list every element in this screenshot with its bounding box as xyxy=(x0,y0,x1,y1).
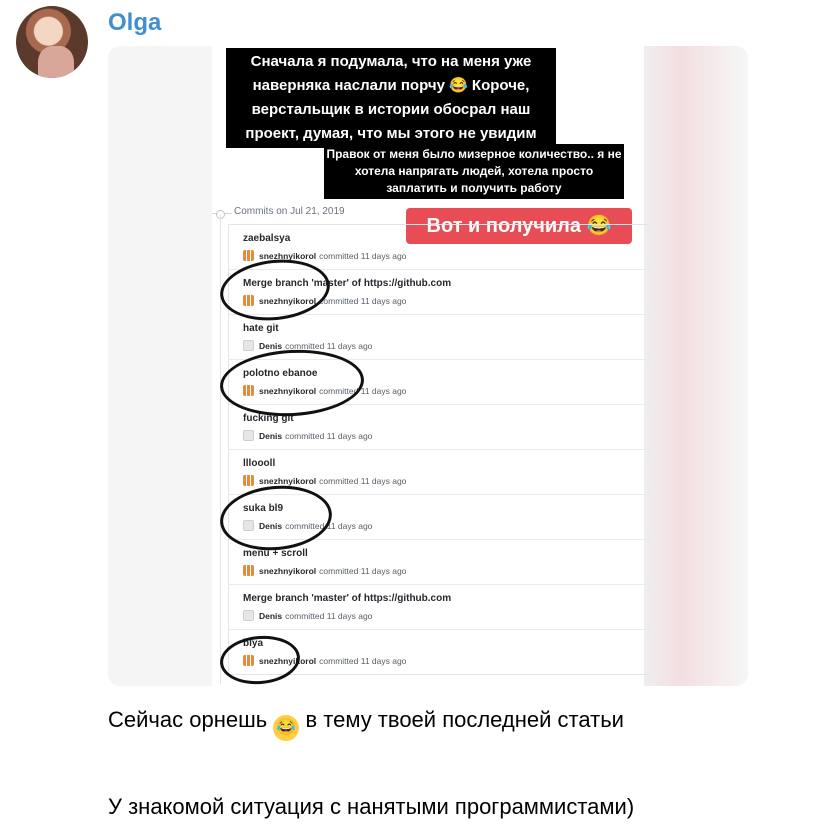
author-avatar-icon xyxy=(243,430,254,441)
message-text-2: У знакомой ситуация с нанятыми программи… xyxy=(108,794,635,819)
message-photo[interactable]: Сначала я подумала, что на меня уже наве… xyxy=(108,46,748,686)
commit-author[interactable]: snezhnyikorol xyxy=(259,566,316,576)
commit-time: committed 11 days ago xyxy=(285,430,373,441)
story-text-top: Сначала я подумала, что на меня уже наве… xyxy=(226,48,556,148)
screenshot: Сначала я подумала, что на меня уже наве… xyxy=(212,46,649,686)
commit-message[interactable]: llloooll xyxy=(243,458,275,469)
commit-time: committed 11 days ago xyxy=(319,655,407,666)
commit-meta: snezhnyikorol committed 11 days ago xyxy=(243,250,406,261)
sender-avatar[interactable] xyxy=(16,6,88,78)
photo-blur-edge xyxy=(638,46,748,686)
commit-row[interactable]: Merge branch 'master' of https://github.… xyxy=(229,584,649,629)
commit-meta: snezhnyikorol committed 11 days ago xyxy=(243,475,406,486)
author-avatar-icon xyxy=(243,475,254,486)
commit-message[interactable]: Merge branch 'master' of https://github.… xyxy=(243,593,451,604)
commit-author[interactable]: Denis xyxy=(259,431,282,441)
author-avatar-icon xyxy=(243,610,254,621)
author-avatar-icon xyxy=(243,565,254,576)
commit-meta: snezhnyikorol committed 11 days ago xyxy=(243,565,406,576)
commit-author[interactable]: Denis xyxy=(259,341,282,351)
message-text-1: Сейчас орнешь 😂 в тему твоей последней с… xyxy=(108,705,728,741)
commit-time: committed 11 days ago xyxy=(319,295,407,306)
commit-time: committed 11 days ago xyxy=(319,565,407,576)
commit-meta: Denis committed 11 days ago xyxy=(243,430,372,441)
caption-text-b: в тему твоей последней статьи xyxy=(305,707,624,732)
commit-author[interactable]: Denis xyxy=(259,611,282,621)
laughing-emoji-icon: 😂 xyxy=(273,715,300,741)
commit-message[interactable]: zaebalsya xyxy=(243,233,290,244)
author-avatar-icon xyxy=(243,250,254,261)
commits-header: Commits on Jul 21, 2019 xyxy=(234,206,345,217)
caption-text-a: Сейчас орнешь xyxy=(108,707,268,732)
timeline-line xyxy=(220,214,221,684)
story-text-second: Правок от меня было мизерное количество.… xyxy=(324,144,624,199)
commit-meta: Denis committed 11 days ago xyxy=(243,610,372,621)
sender-name[interactable]: Olga xyxy=(108,9,161,37)
commit-time: committed 11 days ago xyxy=(319,475,407,486)
author-avatar-icon xyxy=(243,340,254,351)
commit-time: committed 11 days ago xyxy=(319,250,407,261)
commit-author[interactable]: snezhnyikorol xyxy=(259,476,316,486)
commit-message[interactable]: hate git xyxy=(243,323,279,334)
commit-time: committed 11 days ago xyxy=(285,610,373,621)
